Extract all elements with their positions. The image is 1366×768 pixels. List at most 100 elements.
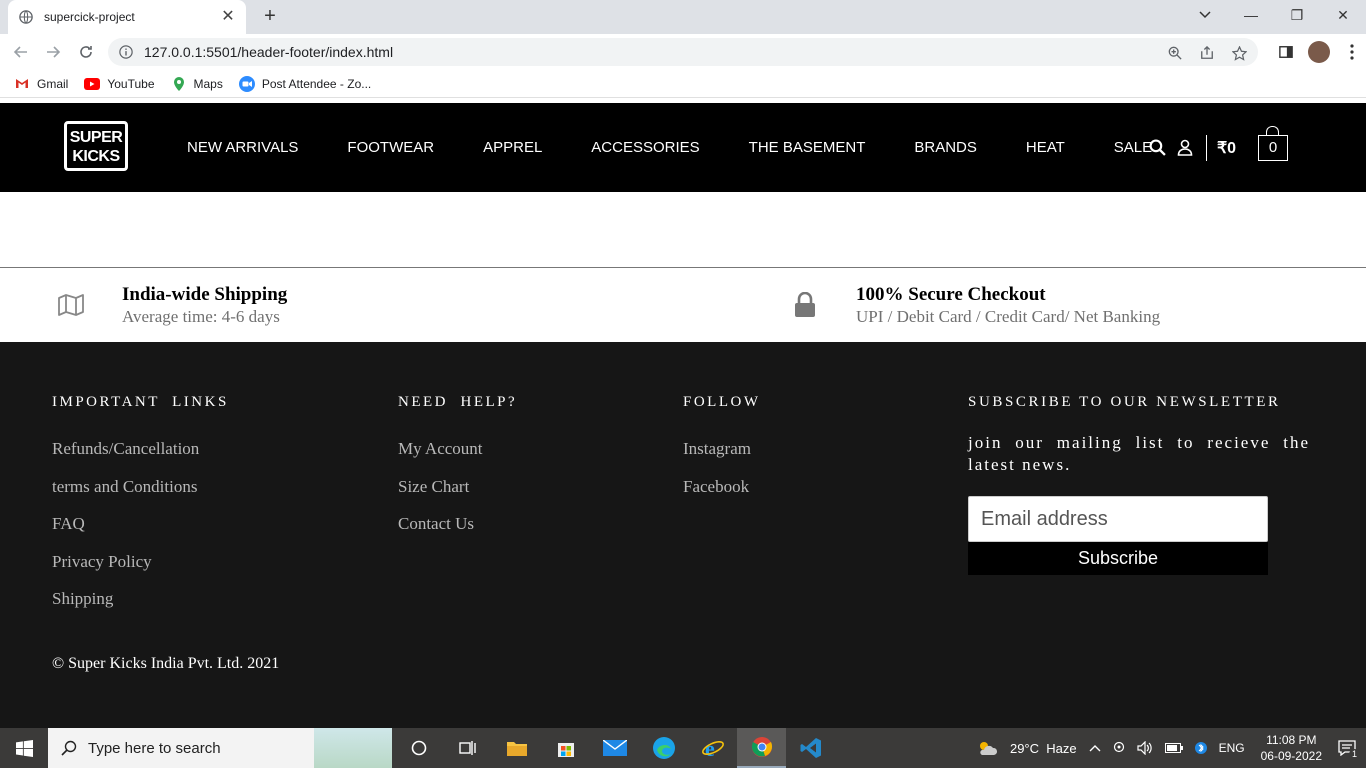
bookmark-star-icon[interactable] (1230, 44, 1248, 62)
nav-apprel[interactable]: APPREL (483, 139, 542, 156)
nav-footwear[interactable]: FOOTWEAR (347, 139, 434, 156)
column-heading: FOLLOW (683, 394, 761, 410)
windows-start-icon[interactable] (0, 728, 48, 768)
feature-shipping: India-wide Shipping Average time: 4-6 da… (56, 284, 287, 328)
link-faq[interactable]: FAQ (52, 513, 229, 535)
restore-button[interactable]: ❐ (1274, 0, 1320, 30)
link-contact-us[interactable]: Contact Us (398, 513, 517, 535)
close-window-button[interactable]: ✕ (1320, 0, 1366, 30)
browser-tab-strip: supercick-project ✕ + — ❐ ✕ (0, 0, 1366, 34)
mail-icon[interactable] (590, 728, 639, 768)
copyright: © Super Kicks India Pvt. Ltd. 2021 (52, 655, 280, 672)
bookmark-label: YouTube (107, 76, 155, 91)
newsletter-column: SUBSCRIBE TO OUR NEWSLETTER join our mai… (968, 392, 1310, 575)
bookmark-youtube[interactable]: YouTube (84, 76, 155, 92)
important-links-column: IMPORTANT LINKS Refunds/Cancellation ter… (52, 392, 229, 626)
subscribe-button[interactable]: Subscribe (968, 542, 1268, 575)
feature-title: 100% Secure Checkout (856, 284, 1046, 305)
menu-icon[interactable] (1338, 38, 1366, 66)
forward-icon[interactable] (42, 41, 64, 63)
cart-count: 0 (1268, 138, 1278, 156)
bookmark-label: Maps (193, 76, 223, 91)
search-highlight-image (314, 728, 392, 768)
tab-title: supercick-project (44, 10, 135, 24)
map-icon (56, 290, 86, 320)
nav-the-basement[interactable]: THE BASEMENT (749, 139, 866, 156)
minimize-button[interactable]: — (1228, 0, 1274, 30)
header-divider (1206, 134, 1207, 161)
weather-text[interactable]: 29°C Haze (1010, 741, 1077, 756)
address-bar[interactable]: 127.0.0.1:5501/header-footer/index.html (108, 38, 1258, 66)
side-panel-icon[interactable] (1272, 38, 1300, 66)
link-my-account[interactable]: My Account (398, 438, 517, 460)
email-field[interactable]: Email address (968, 496, 1268, 542)
search-icon[interactable] (1148, 139, 1166, 157)
link-size-chart[interactable]: Size Chart (398, 476, 517, 498)
bookmark-zoom[interactable]: Post Attendee - Zo... (238, 75, 371, 92)
zoom-icon[interactable] (1166, 44, 1184, 62)
link-shipping[interactable]: Shipping (52, 588, 229, 610)
follow-column: FOLLOW Instagram Facebook (683, 392, 761, 513)
tab-search-icon[interactable] (1195, 4, 1215, 24)
webcam-icon[interactable] (1113, 741, 1125, 755)
feature-subtitle: UPI / Debit Card / Credit Card/ Net Bank… (856, 307, 1161, 326)
link-privacy[interactable]: Privacy Policy (52, 551, 229, 573)
bookmark-gmail[interactable]: Gmail (14, 76, 68, 92)
bluetooth-icon[interactable] (1194, 740, 1207, 756)
vscode-icon[interactable] (786, 728, 835, 768)
globe-icon (18, 9, 34, 25)
cart-total: ₹0 (1217, 139, 1237, 157)
internet-explorer-icon[interactable]: e (688, 728, 737, 768)
nav-heat[interactable]: HEAT (1026, 139, 1065, 156)
file-explorer-icon[interactable] (492, 728, 541, 768)
edge-icon[interactable] (639, 728, 688, 768)
speaker-icon[interactable] (1136, 741, 1153, 755)
close-tab-icon[interactable]: ✕ (220, 9, 236, 25)
date: 06-09-2022 (1260, 749, 1322, 763)
link-facebook[interactable]: Facebook (683, 476, 761, 498)
share-icon[interactable] (1198, 44, 1216, 62)
system-clock[interactable]: 11:08 PM 06-09-2022 (1261, 732, 1322, 764)
url-text: 127.0.0.1:5501/header-footer/index.html (144, 44, 394, 60)
site-footer: IMPORTANT LINKS Refunds/Cancellation ter… (0, 342, 1366, 728)
nav-brands[interactable]: BRANDS (914, 139, 977, 156)
weather-icon[interactable] (976, 739, 998, 757)
bookmark-label: Gmail (37, 76, 69, 91)
reload-icon[interactable] (75, 41, 97, 63)
cart-button[interactable]: 0 (1258, 125, 1289, 161)
user-icon[interactable] (1176, 139, 1194, 157)
feature-secure-checkout: 100% Secure Checkout UPI / Debit Card / … (790, 284, 1160, 328)
browser-tab[interactable]: supercick-project ✕ (8, 0, 246, 34)
new-tab-button[interactable]: + (259, 6, 281, 28)
bookmark-maps[interactable]: Maps (171, 76, 223, 92)
search-placeholder: Type here to search (88, 739, 221, 757)
superkicks-logo[interactable]: SUPER KICKS (64, 121, 128, 171)
profile-avatar[interactable] (1308, 41, 1330, 63)
microsoft-store-icon[interactable] (541, 728, 590, 768)
chrome-icon[interactable] (737, 728, 786, 768)
feature-title: India-wide Shipping (122, 284, 288, 305)
link-instagram[interactable]: Instagram (683, 438, 761, 460)
nav-sale[interactable]: SALE (1114, 139, 1152, 156)
chevron-up-icon[interactable] (1089, 744, 1101, 752)
nav-new-arrivals[interactable]: NEW ARRIVALS (187, 139, 298, 156)
language-indicator[interactable]: ENG (1219, 741, 1245, 755)
column-heading: NEED HELP? (398, 394, 518, 410)
column-heading: SUBSCRIBE TO OUR NEWSLETTER (968, 394, 1281, 410)
section-divider (0, 267, 1366, 268)
notification-icon[interactable]: 1 (1338, 740, 1360, 760)
gmail-icon (14, 76, 30, 92)
bag-icon (1266, 125, 1280, 136)
link-terms[interactable]: terms and Conditions (52, 476, 229, 498)
back-icon[interactable] (10, 41, 32, 63)
taskbar-search-box[interactable]: Type here to search (48, 728, 392, 768)
cortana-icon[interactable] (394, 728, 443, 768)
site-info-icon[interactable] (118, 44, 134, 60)
svg-text:e: e (705, 736, 715, 760)
feature-subtitle: Average time: 4-6 days (122, 307, 280, 326)
search-icon (60, 739, 78, 757)
battery-icon[interactable] (1164, 743, 1183, 753)
nav-accessories[interactable]: ACCESSORIES (591, 139, 699, 156)
task-view-icon[interactable] (443, 728, 492, 768)
link-refunds[interactable]: Refunds/Cancellation (52, 438, 229, 460)
